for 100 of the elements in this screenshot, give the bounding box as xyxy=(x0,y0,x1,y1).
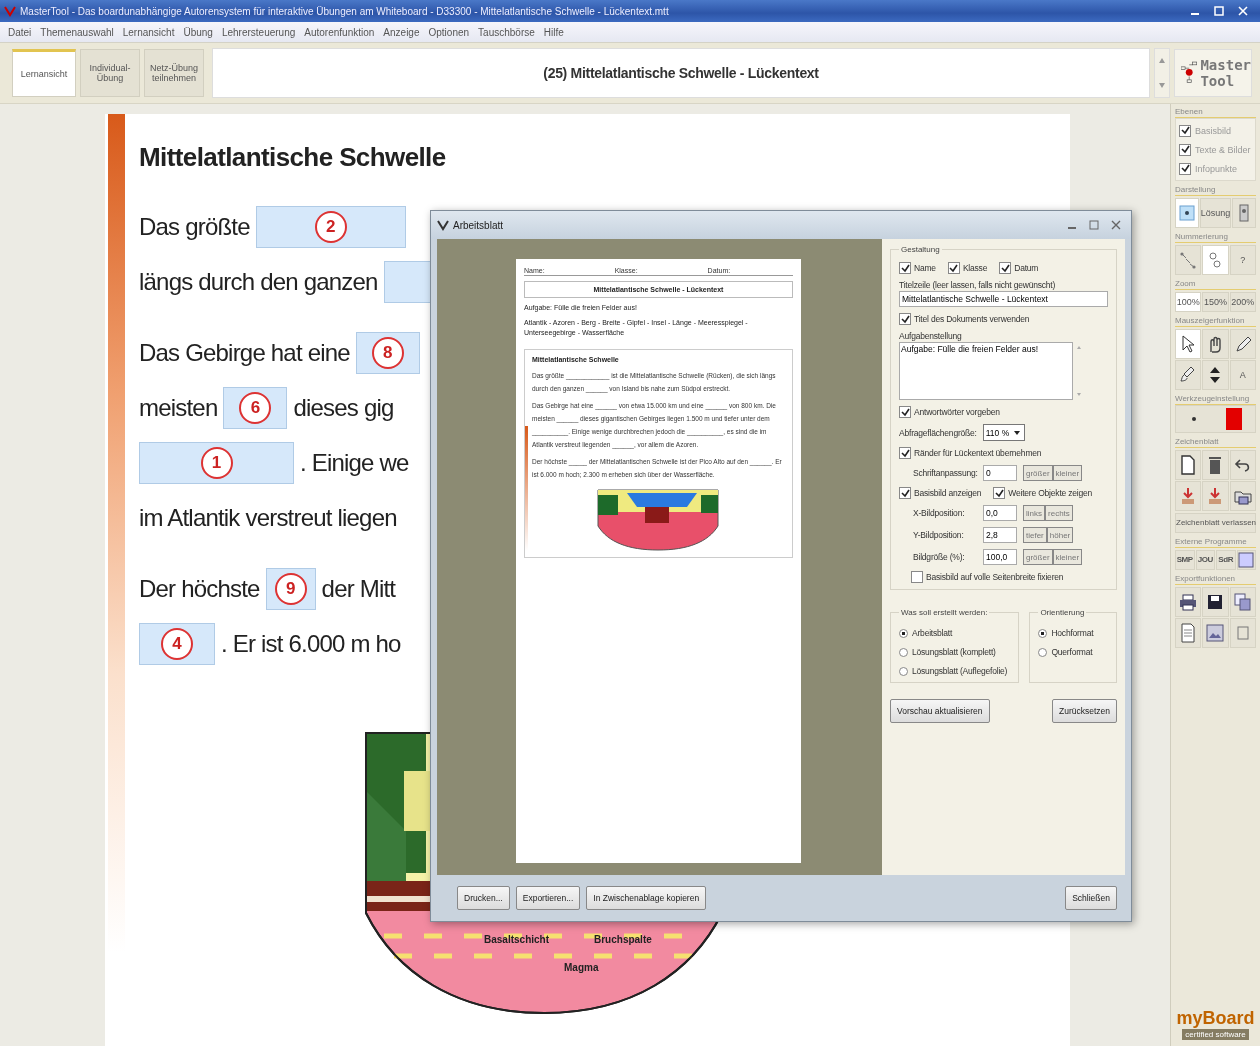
tool-button[interactable]: ? xyxy=(1229,245,1256,275)
dropdown[interactable]: 110 % xyxy=(982,424,1026,441)
number-field[interactable]: 2,8 xyxy=(983,527,1017,543)
logo-text: Tool xyxy=(1200,73,1236,89)
tool-button[interactable] xyxy=(1229,450,1256,480)
zoom-button[interactable]: 200% xyxy=(1229,292,1256,312)
tool-button[interactable]: Lösung xyxy=(1199,198,1232,228)
field-label: Bildgröße (%): xyxy=(913,552,966,562)
menu-item[interactable]: Lehrersteuerung xyxy=(221,26,296,38)
checkbox[interactable] xyxy=(899,447,911,459)
number-field[interactable]: 100,0 xyxy=(983,549,1017,565)
menu-item[interactable]: Übung xyxy=(183,26,213,38)
menu-item[interactable]: Datei xyxy=(8,26,32,38)
leave-drawing-button[interactable]: Zeichenblatt verlassen xyxy=(1175,512,1256,533)
radio-button[interactable] xyxy=(1038,628,1048,638)
maximize-icon[interactable] xyxy=(1212,5,1226,17)
text-area[interactable]: Aufgabe: Fülle die freien Felder aus! xyxy=(899,342,1073,400)
text-field[interactable]: Mittelatlantische Schwelle - Lückentext xyxy=(899,291,1108,307)
tool-button[interactable] xyxy=(1202,586,1229,617)
field-label: X-Bildposition: xyxy=(913,508,966,518)
layer-checkbox[interactable] xyxy=(1179,162,1191,175)
close-icon[interactable] xyxy=(1236,5,1250,17)
radio-button[interactable] xyxy=(899,647,908,657)
tool-button[interactable]: A xyxy=(1229,360,1256,390)
menu-item[interactable]: Lernansicht xyxy=(122,26,175,38)
step-button[interactable]: kleiner xyxy=(1052,465,1083,481)
group-label: Was soll erstellt werden: xyxy=(900,608,989,617)
tool-button[interactable] xyxy=(1202,360,1229,390)
view-tab[interactable]: Netz-Übung teilnehmen xyxy=(144,49,204,97)
dialog-button[interactable]: Drucken... xyxy=(457,886,510,910)
sentence-text: . Einige we xyxy=(300,448,409,477)
view-tab[interactable]: Individual- Übung xyxy=(80,49,140,97)
brand-tagline: certified software xyxy=(1182,1029,1249,1040)
download-icon xyxy=(1180,486,1197,506)
tool-button[interactable] xyxy=(1229,329,1256,359)
answer-gap[interactable]: 4 xyxy=(139,622,215,665)
step-button[interactable]: tiefer xyxy=(1023,527,1047,543)
checkbox[interactable] xyxy=(899,262,911,274)
gap-number: 4 xyxy=(161,627,193,660)
printer-icon xyxy=(1179,592,1198,611)
checkbox-label: Basisbild auf volle Seitenbreite fixieren xyxy=(926,572,1064,582)
menu-item[interactable]: Themenauswahl xyxy=(40,26,114,38)
sentence-text: der Mitt xyxy=(321,574,396,603)
picture-icon xyxy=(1206,623,1225,642)
radio-button[interactable] xyxy=(899,666,908,676)
checkbox[interactable] xyxy=(899,406,911,418)
menu-item[interactable]: Anzeige xyxy=(383,26,420,38)
checkbox[interactable] xyxy=(947,262,960,274)
step-button[interactable]: links xyxy=(1023,505,1045,521)
dialog-button[interactable]: Zurücksetzen xyxy=(1051,699,1117,723)
layer-checkbox[interactable] xyxy=(1179,143,1191,156)
brand-logo: myBoard xyxy=(1176,1008,1255,1029)
gap-number: 8 xyxy=(371,336,404,369)
diagram-label: Magma xyxy=(564,962,599,973)
answer-gap[interactable]: 8 xyxy=(355,331,420,374)
menu-item[interactable]: Hilfe xyxy=(543,26,564,38)
checkbox[interactable] xyxy=(993,487,1006,499)
answer-gap[interactable]: 2 xyxy=(255,205,406,248)
radio-label: Hochformat xyxy=(1051,628,1094,638)
gap-number: 9 xyxy=(274,572,307,605)
menu-item[interactable]: Optionen xyxy=(428,26,470,38)
step-button[interactable]: größer xyxy=(1023,549,1053,565)
program-button[interactable]: SdR xyxy=(1216,549,1236,570)
close-button[interactable]: Schließen xyxy=(1065,886,1117,910)
menu-item[interactable]: Autorenfunktion xyxy=(304,26,375,38)
checkbox[interactable] xyxy=(911,571,923,583)
answer-gap[interactable]: 9 xyxy=(265,567,316,610)
gap-number: 6 xyxy=(239,391,272,424)
menu-item[interactable]: Tauschbörse xyxy=(478,26,535,38)
checkbox[interactable] xyxy=(899,487,911,499)
tool-button[interactable] xyxy=(1175,586,1202,617)
radio-button[interactable] xyxy=(1038,647,1048,657)
program-button[interactable]: SMP xyxy=(1175,549,1195,570)
color-swatch-icon xyxy=(1224,407,1243,431)
program-button[interactable]: JOU xyxy=(1195,549,1215,570)
step-button[interactable]: höher xyxy=(1046,527,1074,543)
dialog-title: Arbeitsblatt xyxy=(453,219,505,231)
tool-button[interactable] xyxy=(1175,360,1202,390)
number-field[interactable]: 0,0 xyxy=(983,505,1017,521)
number-field[interactable]: 0 xyxy=(983,465,1017,481)
step-button[interactable]: rechts xyxy=(1045,505,1073,521)
tool-settings-bar[interactable] xyxy=(1175,405,1256,433)
answer-gap[interactable]: 1 xyxy=(139,441,294,484)
step-button[interactable]: kleiner xyxy=(1052,549,1083,565)
step-button[interactable]: größer xyxy=(1023,465,1053,481)
layer-checkbox[interactable] xyxy=(1179,124,1191,137)
dialog-button[interactable]: Exportieren... xyxy=(515,886,581,910)
zoom-button[interactable]: 150% xyxy=(1202,292,1229,312)
dialog-button[interactable]: Vorschau aktualisieren xyxy=(890,699,990,723)
field-label: Abfrageflächengröße: xyxy=(899,427,977,438)
answer-gap[interactable]: 6 xyxy=(223,386,288,429)
checkbox[interactable] xyxy=(999,262,1012,274)
tool-button[interactable] xyxy=(1175,450,1202,480)
download-icon xyxy=(1207,486,1224,506)
dialog-button[interactable]: In Zwischenablage kopieren xyxy=(586,886,707,910)
radio-button[interactable] xyxy=(899,628,908,638)
zoom-button[interactable]: 100% xyxy=(1175,292,1202,312)
field-label: Y-Bildposition: xyxy=(913,530,965,540)
view-tab[interactable]: Lernansicht xyxy=(12,49,76,97)
checkbox[interactable] xyxy=(899,313,911,325)
